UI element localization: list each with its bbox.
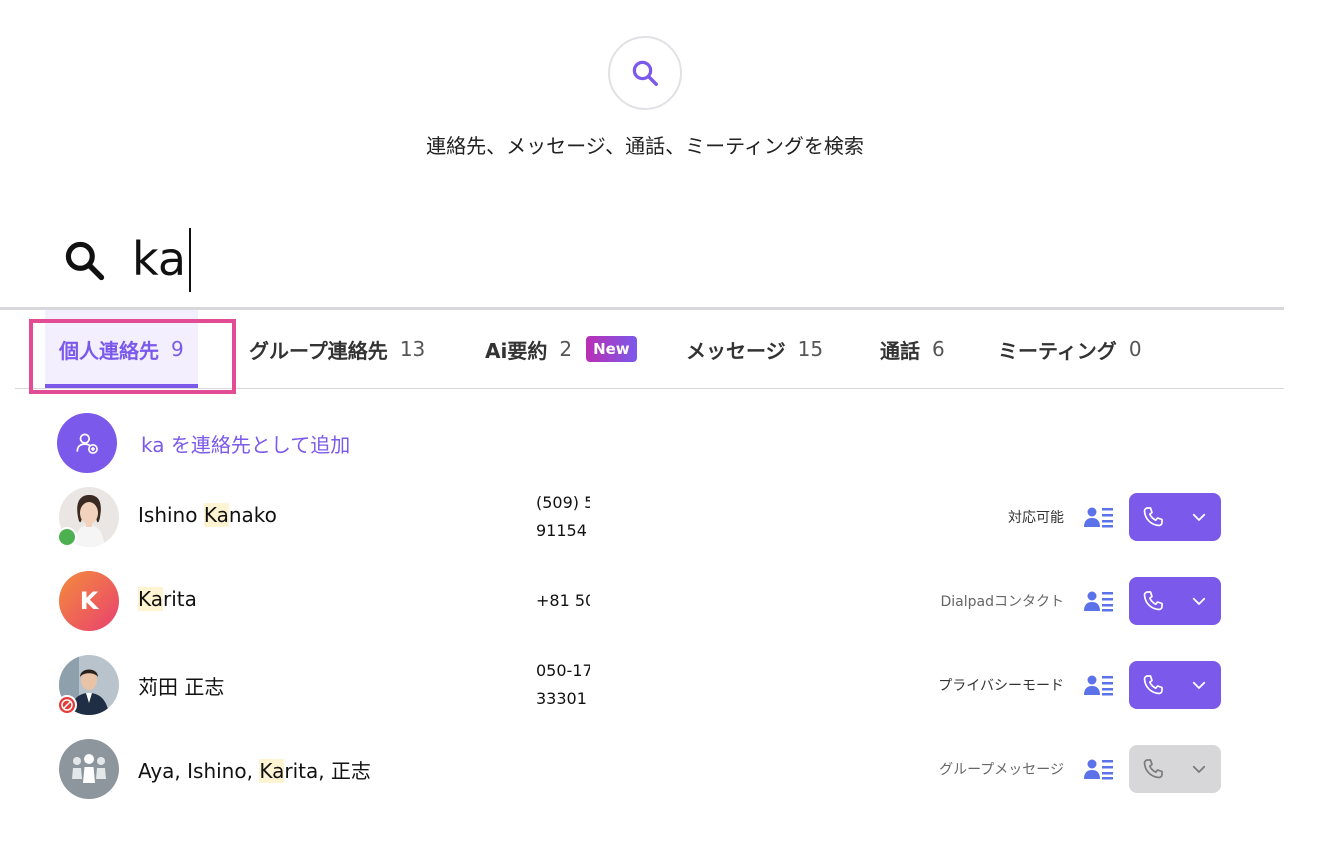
search-tabs: 個人連絡先 9 グループ連絡先 13 Ai要約 2 New メッセージ 15 通…	[15, 310, 1284, 394]
search-icon	[65, 241, 105, 281]
contact-name: Karita	[138, 587, 197, 611]
add-contact-icon	[57, 413, 117, 473]
presence-available-indicator	[57, 527, 77, 547]
tab-meetings[interactable]: ミーティング 0	[998, 310, 1142, 388]
phone-number: 050-17 33301	[536, 661, 590, 708]
phone-number: (509) 5 91154	[536, 493, 590, 540]
tab-group-contacts[interactable]: グループ連絡先 13	[249, 310, 425, 388]
tab-count: 6	[932, 337, 945, 361]
phone-icon	[1129, 757, 1177, 781]
contact-name: Aya, Ishino, Karita, 正志	[138, 759, 371, 783]
call-button[interactable]	[1129, 661, 1221, 709]
phone-icon	[1129, 589, 1177, 613]
phone-icon	[1129, 505, 1177, 529]
tab-label: Ai要約	[485, 338, 548, 363]
contact-card-icon[interactable]	[1084, 673, 1114, 697]
chevron-down-icon[interactable]	[1177, 676, 1221, 694]
call-button[interactable]	[1129, 745, 1221, 793]
tab-focus-outline	[29, 319, 236, 394]
contact-name: 苅田 正志	[138, 675, 225, 699]
result-row[interactable]: Ishino Kanako (509) 5 91154 対応可能	[57, 485, 1227, 549]
tab-count: 15	[797, 337, 824, 361]
avatar: K	[59, 571, 119, 631]
status-label: 対応可能	[1008, 510, 1064, 526]
result-row[interactable]: K Karita +81 50 Dialpadコンタクト	[57, 569, 1227, 633]
phone-icon	[1129, 673, 1177, 697]
tab-count: 0	[1128, 337, 1142, 361]
search-hero-icon	[608, 36, 682, 110]
result-row[interactable]: 苅田 正志 050-17 33301 プライバシーモード	[57, 653, 1227, 717]
add-contact-label: ka を連絡先として追加	[141, 432, 351, 457]
chevron-down-icon[interactable]	[1177, 760, 1221, 778]
status-label: プライバシーモード	[938, 678, 1064, 694]
new-badge: New	[586, 336, 637, 362]
search-icon	[632, 60, 658, 86]
do-not-disturb-icon	[57, 695, 77, 715]
tab-count: 13	[399, 337, 426, 361]
phone-number: +81 50	[536, 591, 590, 610]
tab-label: 通話	[880, 338, 920, 363]
contact-card-icon[interactable]	[1084, 757, 1114, 781]
tab-count: 2	[559, 337, 573, 361]
result-row[interactable]: Aya, Ishino, Karita, 正志 グループメッセージ	[57, 737, 1227, 801]
search-bar	[0, 222, 1284, 310]
tab-label: メッセージ	[686, 338, 786, 363]
contact-card-icon[interactable]	[1084, 589, 1114, 613]
tab-ai-summary[interactable]: Ai要約 2 New	[485, 310, 637, 388]
tab-label: グループ連絡先	[249, 338, 388, 363]
add-contact-action[interactable]: ka を連絡先として追加	[57, 413, 350, 473]
tab-messages[interactable]: メッセージ 15	[686, 310, 823, 388]
avatar-initial: K	[79, 587, 99, 615]
tab-calls[interactable]: 通話 6	[880, 310, 945, 388]
group-icon	[59, 739, 119, 799]
chevron-down-icon[interactable]	[1177, 508, 1221, 526]
call-button[interactable]	[1129, 577, 1221, 625]
chevron-down-icon[interactable]	[1177, 592, 1221, 610]
tab-label: ミーティング	[998, 338, 1117, 363]
status-label: Dialpadコンタクト	[940, 594, 1065, 610]
contact-name: Ishino Kanako	[138, 503, 277, 527]
text-caret	[189, 228, 191, 292]
contact-card-icon[interactable]	[1084, 505, 1114, 529]
search-input[interactable]	[132, 224, 1032, 294]
status-label: グループメッセージ	[939, 762, 1064, 778]
call-button[interactable]	[1129, 493, 1221, 541]
search-hint: 連絡先、メッセージ、通話、ミーティングを検索	[426, 134, 864, 158]
